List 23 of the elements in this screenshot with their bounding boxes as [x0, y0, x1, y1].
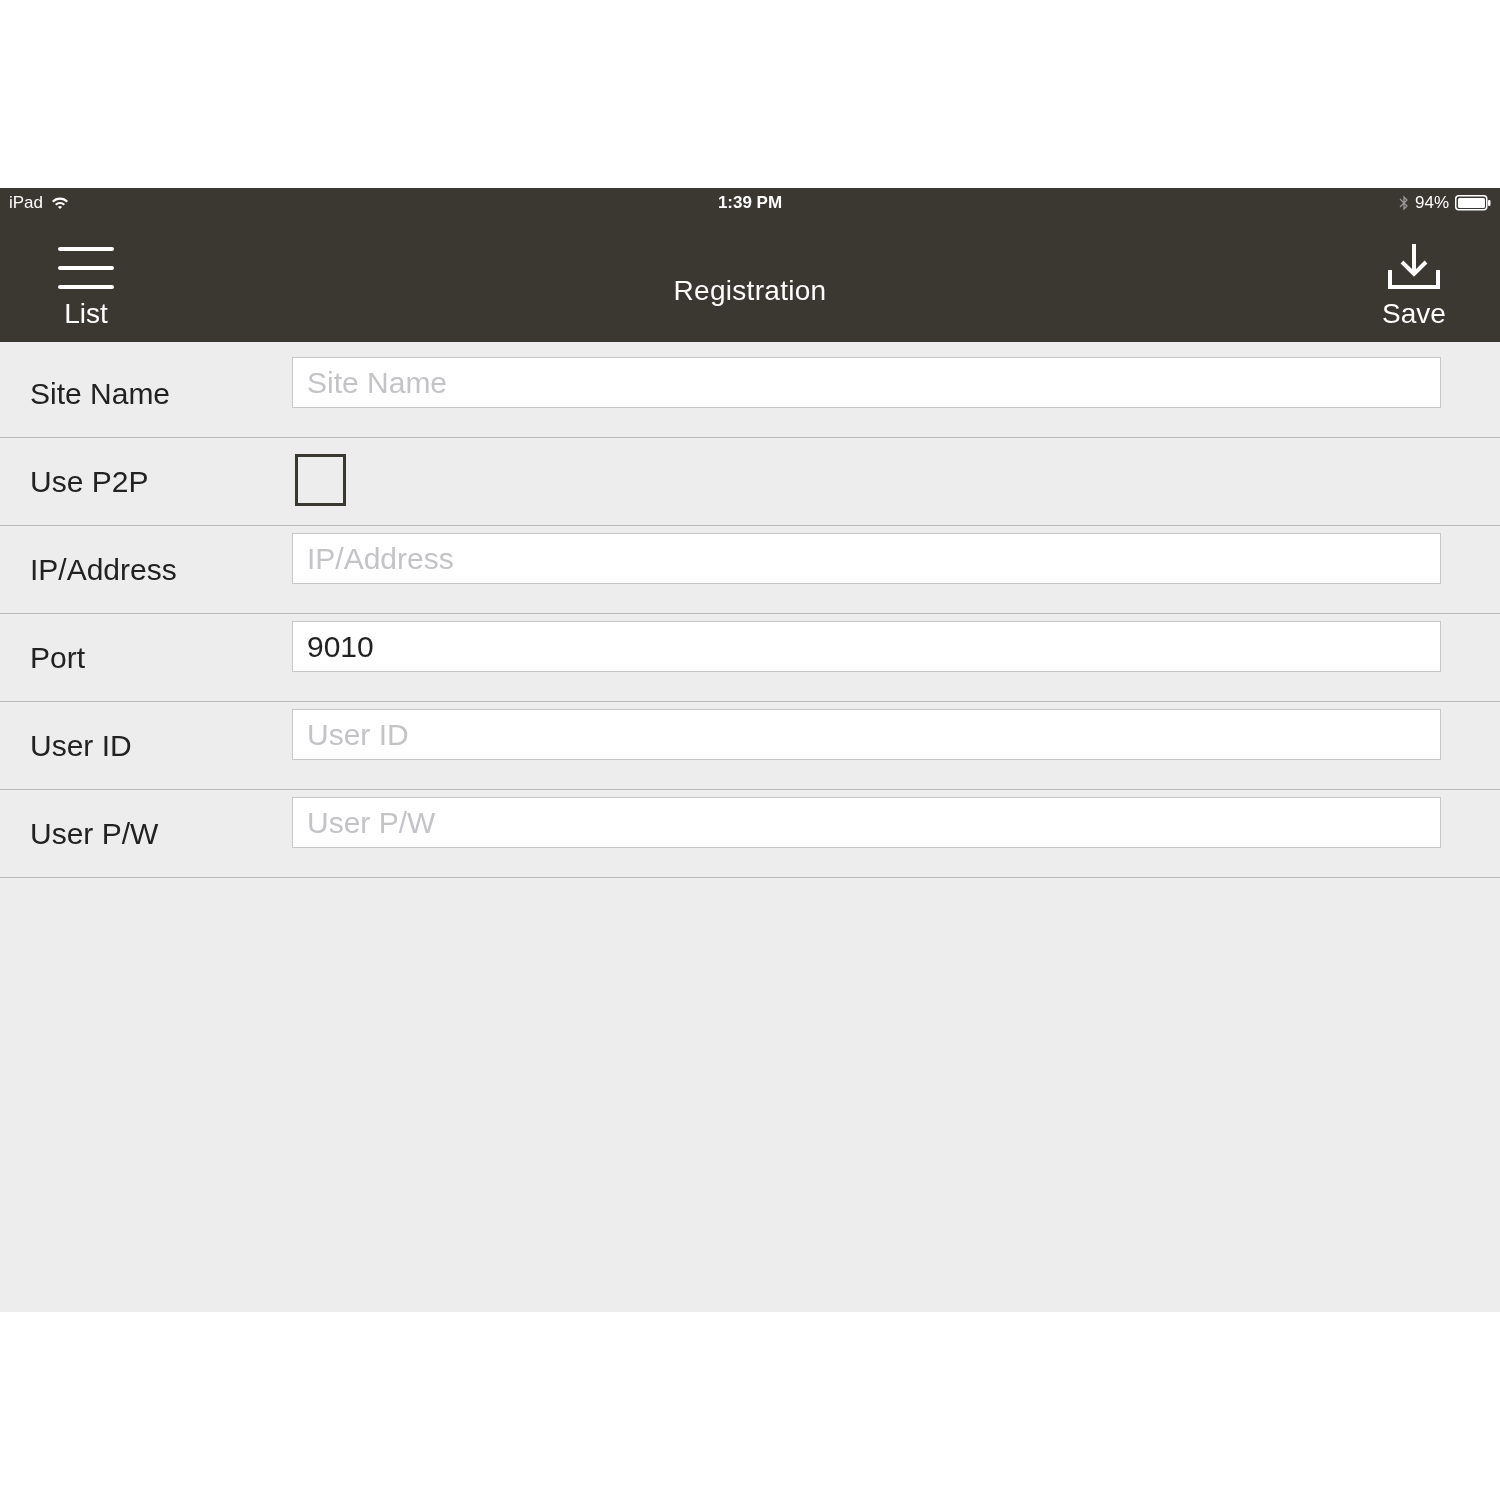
text-field[interactable]: User P/W	[292, 797, 1441, 848]
text-field[interactable]: User ID	[292, 709, 1441, 760]
save-button[interactable]: Save	[1328, 218, 1500, 342]
field-label: Use P2P	[29, 464, 150, 499]
bluetooth-icon	[1398, 194, 1409, 212]
field-label: User P/W	[29, 816, 160, 851]
menu-icon	[58, 246, 114, 290]
screen-title: Registration	[672, 274, 828, 307]
field-label: Site Name	[29, 376, 172, 411]
device-name: iPad	[9, 193, 44, 213]
field-label: Port	[29, 640, 87, 675]
text-field[interactable]: 9010	[292, 621, 1441, 672]
text-field[interactable]: Site Name	[292, 357, 1441, 408]
list-button[interactable]: List	[0, 218, 172, 342]
text-field[interactable]: IP/Address	[292, 533, 1441, 584]
field-label: IP/Address	[29, 552, 178, 587]
battery-icon	[1455, 195, 1491, 211]
checkbox[interactable]	[295, 454, 346, 506]
wifi-icon	[51, 196, 70, 210]
status-time: 1:39 PM	[716, 193, 784, 213]
battery-percent: 94%	[1414, 193, 1449, 213]
field-label: User ID	[29, 728, 133, 763]
download-icon	[1386, 242, 1442, 290]
